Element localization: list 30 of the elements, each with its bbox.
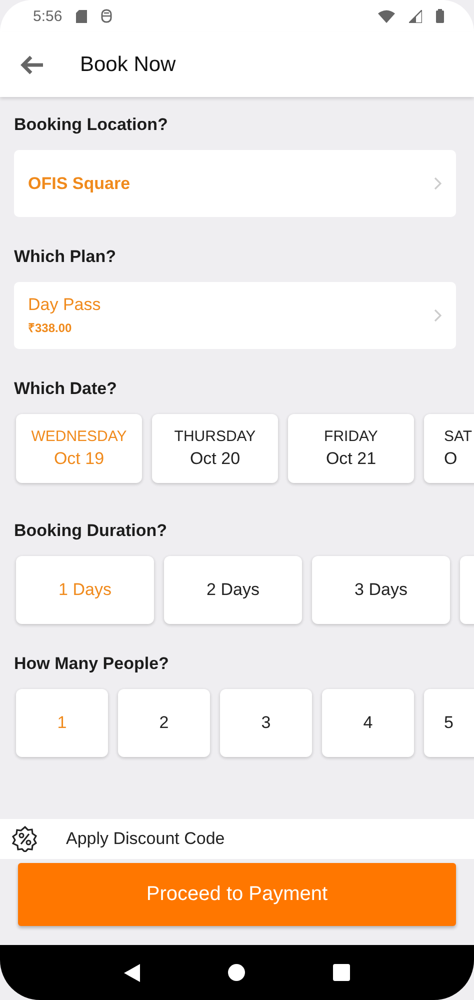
section-heading: Which Plan? — [14, 247, 116, 267]
plan-price: ₹338.00 — [28, 320, 72, 336]
plan-name: Day Pass — [28, 295, 101, 315]
home-nav-icon[interactable] — [228, 964, 245, 981]
battery-icon — [436, 9, 444, 23]
option-card[interactable]: 2 — [118, 689, 210, 757]
sd-card-icon — [76, 10, 88, 22]
page-title: Book Now — [80, 52, 176, 76]
option-card[interactable]: 3 — [220, 689, 312, 757]
option-card[interactable]: 5 — [424, 689, 474, 757]
section-heading: Which Date? — [14, 379, 117, 399]
option-card[interactable]: 2 Days — [164, 556, 302, 624]
chevron-right-icon — [434, 177, 442, 190]
discount-code-link[interactable]: Apply Discount Code — [66, 829, 225, 849]
chevron-right-icon — [434, 309, 442, 322]
option-card[interactable]: THURSDAY Oct 20 — [152, 414, 278, 483]
section-heading: How Many People? — [14, 654, 169, 674]
option-card[interactable]: SAT O — [424, 414, 474, 483]
back-nav-icon[interactable] — [124, 964, 140, 982]
wifi-icon — [378, 10, 395, 22]
status-time: 5:56 — [33, 8, 62, 24]
location-value: OFIS Square — [28, 174, 130, 194]
section-heading: Booking Duration? — [14, 521, 167, 541]
option-card[interactable]: 4 — [322, 689, 414, 757]
section-heading: Booking Location? — [14, 115, 168, 135]
option-card[interactable]: FRIDAY Oct 21 — [288, 414, 414, 483]
discount-badge-icon — [12, 826, 38, 852]
signal-icon — [409, 10, 422, 22]
option-card[interactable]: 3 Days — [312, 556, 450, 624]
back-arrow-icon[interactable] — [20, 54, 44, 74]
